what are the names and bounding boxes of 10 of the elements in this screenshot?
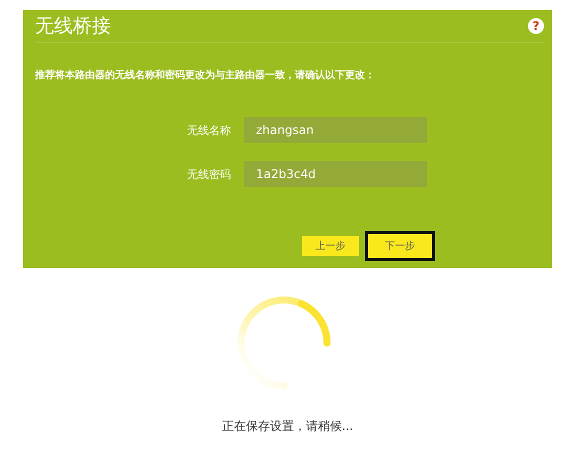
instruction-text: 推荐将本路由器的无线名称和密码更改为与主路由器一致，请确认以下更改： <box>35 68 376 82</box>
input-field[interactable]: 1a2b3c4d <box>244 161 427 187</box>
back-button[interactable]: 上一步 <box>302 236 359 256</box>
field-label: 无线密码 <box>186 166 231 182</box>
field-label: 无线名称 <box>186 122 231 138</box>
help-button[interactable]: ? <box>528 18 544 34</box>
next-button[interactable]: 下一步 <box>365 231 435 261</box>
status-message: 正在保存设置，请稍候... <box>222 418 354 435</box>
panel-title: 无线桥接 <box>35 14 111 39</box>
input-field[interactable]: zhangsan <box>244 117 427 143</box>
